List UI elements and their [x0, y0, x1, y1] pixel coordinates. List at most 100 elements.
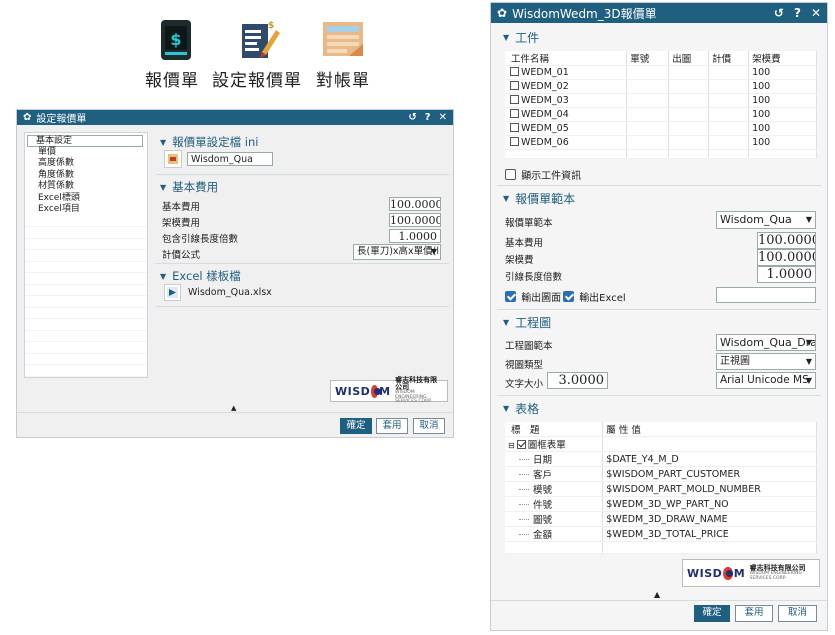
- settings-dialog-titlebar[interactable]: ✿ 設定報價單 ↺ ? ✕: [17, 110, 453, 125]
- statement-icon[interactable]: [321, 18, 365, 62]
- workpiece-row[interactable]: WEDM_03 100: [505, 93, 817, 108]
- workpiece-row[interactable]: WEDM_01 100: [505, 65, 817, 80]
- attribute-title-cell[interactable]: 圖號: [505, 511, 604, 527]
- workpiece-drawing-cell[interactable]: [668, 121, 710, 136]
- ok-button[interactable]: 確定: [694, 605, 730, 622]
- apply-button[interactable]: 套用: [735, 605, 773, 622]
- workpiece-order-cell[interactable]: [626, 93, 670, 108]
- cancel-button[interactable]: 取消: [778, 605, 817, 622]
- workpiece-pricing-cell[interactable]: [708, 93, 750, 108]
- excel-file-icon[interactable]: [164, 284, 181, 301]
- toolbar-label-statement[interactable]: 對帳單: [316, 66, 370, 91]
- col-title-header[interactable]: 標 題: [505, 422, 604, 437]
- attribute-row[interactable]: 模號 $WISDOM_PART_MOLD_NUMBER: [505, 481, 817, 497]
- workpiece-drawing-cell[interactable]: [668, 65, 710, 80]
- workpiece-drawing-cell[interactable]: [668, 107, 710, 122]
- workpiece-pricing-cell[interactable]: [708, 135, 750, 150]
- workpiece-name-cell[interactable]: WEDM_03: [505, 93, 628, 108]
- toolbar-label-quote[interactable]: 報價單: [145, 66, 199, 91]
- workpiece-pricing-cell[interactable]: [708, 121, 750, 136]
- cancel-button[interactable]: 取消: [413, 418, 445, 434]
- attribute-row[interactable]: 日期 $DATE_Y4_M_D: [505, 451, 817, 467]
- workpiece-name-cell[interactable]: WEDM_04: [505, 107, 628, 122]
- section-drawing-header[interactable]: ▼ 工程圖: [503, 314, 551, 331]
- collapse-arrow-icon[interactable]: ▲: [654, 590, 660, 599]
- apply-button[interactable]: 套用: [376, 418, 408, 434]
- attribute-value-cell[interactable]: $WISDOM_PART_CUSTOMER: [602, 466, 817, 482]
- workpiece-fee-cell[interactable]: 100: [748, 107, 817, 122]
- view-type-select[interactable]: 正視圖 ▼: [716, 353, 816, 370]
- workpiece-col-header[interactable]: 計價: [708, 51, 750, 66]
- text-size-input[interactable]: 3.0000: [547, 372, 608, 389]
- collapse-toggle-icon[interactable]: ⊟: [508, 441, 515, 450]
- workpiece-checkbox[interactable]: [510, 123, 519, 132]
- reset-icon[interactable]: ↺: [408, 112, 416, 123]
- workpiece-order-cell[interactable]: [626, 65, 670, 80]
- section-table-header[interactable]: ▼ 表格: [503, 400, 539, 417]
- nav-item[interactable]: Excel項目: [25, 204, 147, 216]
- template-select[interactable]: Wisdom_Qua ▼: [716, 211, 816, 229]
- workpiece-drawing-cell[interactable]: [668, 135, 710, 150]
- mold-fee-input[interactable]: 100.0000: [757, 249, 816, 266]
- basic-fee-input[interactable]: 100.0000: [389, 197, 441, 211]
- ini-file-icon[interactable]: [164, 150, 182, 168]
- workpiece-row[interactable]: WEDM_02 100: [505, 79, 817, 94]
- workpiece-fee-cell[interactable]: 100: [748, 121, 817, 136]
- attribute-row[interactable]: 件號 $WEDM_3D_WP_PART_NO: [505, 496, 817, 512]
- workpiece-fee-cell[interactable]: 100: [748, 65, 817, 80]
- section-basic-header[interactable]: ▼ 基本費用: [160, 179, 218, 195]
- collapse-arrow-icon[interactable]: ▲: [231, 404, 236, 412]
- ok-button[interactable]: 確定: [340, 418, 372, 434]
- nav-item[interactable]: Excel標頭: [25, 193, 147, 205]
- workpiece-row[interactable]: WEDM_06 100: [505, 135, 817, 150]
- col-value-header[interactable]: 屬 性 值: [602, 422, 817, 437]
- attribute-value-cell[interactable]: $DATE_Y4_M_D: [602, 451, 817, 467]
- attribute-row[interactable]: 金額 $WEDM_3D_TOTAL_PRICE: [505, 526, 817, 542]
- output-excel-toggle[interactable]: 輸出Excel: [563, 289, 626, 304]
- excel-file-name[interactable]: Wisdom_Qua.xlsx: [188, 287, 272, 298]
- output-excel-checkbox[interactable]: [563, 291, 574, 302]
- nav-item[interactable]: 角度係數: [25, 170, 147, 182]
- workpiece-order-cell[interactable]: [626, 107, 670, 122]
- basic-fee-input[interactable]: 100.0000: [757, 232, 816, 249]
- section-template-header[interactable]: ▼ 報價單設定檔 ini: [160, 134, 259, 150]
- workpiece-checkbox[interactable]: [510, 109, 519, 118]
- attribute-title-cell[interactable]: 金額: [505, 526, 604, 542]
- section-excel-header[interactable]: ▼ Excel 樣板檔: [160, 268, 241, 284]
- quote-dialog-titlebar[interactable]: ✿ WisdomWedm_3D報價單 ↺ ? ✕: [491, 3, 827, 23]
- edit-quote-settings-icon[interactable]: $: [238, 18, 282, 62]
- workpiece-drawing-cell[interactable]: [668, 93, 710, 108]
- attribute-title-cell[interactable]: 件號: [505, 496, 604, 512]
- nav-item[interactable]: 材質係數: [25, 181, 147, 193]
- workpiece-fee-cell[interactable]: 100: [748, 135, 817, 150]
- lead-multiplier-input[interactable]: 1.0000: [757, 266, 816, 283]
- attribute-row[interactable]: 圖號 $WEDM_3D_DRAW_NAME: [505, 511, 817, 527]
- workpiece-checkbox[interactable]: [510, 67, 519, 76]
- template-file-field[interactable]: Wisdom_Qua: [187, 152, 273, 166]
- section-workpiece-header[interactable]: ▼ 工件: [503, 29, 539, 46]
- workpiece-name-cell[interactable]: WEDM_05: [505, 121, 628, 136]
- attribute-value-cell[interactable]: $WEDM_3D_DRAW_NAME: [602, 511, 817, 527]
- output-view-toggle[interactable]: 輸出圖面: [505, 289, 561, 304]
- workpiece-order-cell[interactable]: [626, 121, 670, 136]
- workpiece-pricing-cell[interactable]: [708, 107, 750, 122]
- attribute-value-cell[interactable]: $WISDOM_PART_MOLD_NUMBER: [602, 481, 817, 497]
- workpiece-row[interactable]: WEDM_04 100: [505, 107, 817, 122]
- close-icon[interactable]: ✕: [439, 112, 447, 123]
- output-view-checkbox[interactable]: [505, 291, 516, 302]
- help-icon[interactable]: ?: [794, 6, 801, 20]
- workpiece-fee-cell[interactable]: 100: [748, 79, 817, 94]
- formula-select[interactable]: 長(單刀)x高x單價(l ▼: [353, 244, 441, 260]
- workpiece-pricing-cell[interactable]: [708, 65, 750, 80]
- nav-item[interactable]: 高度係數: [25, 158, 147, 170]
- attribute-row[interactable]: 客戶 $WISDOM_PART_CUSTOMER: [505, 466, 817, 482]
- lead-multiplier-input[interactable]: 1.0000: [389, 229, 441, 243]
- workpiece-col-header[interactable]: 架模費: [748, 51, 817, 66]
- drawing-template-select[interactable]: Wisdom_Qua_Dra ▼: [716, 334, 816, 351]
- workpiece-pricing-cell[interactable]: [708, 79, 750, 94]
- mold-fee-input[interactable]: 100.0000: [389, 213, 441, 227]
- attribute-value-cell[interactable]: $WEDM_3D_WP_PART_NO: [602, 496, 817, 512]
- workpiece-order-cell[interactable]: [626, 79, 670, 94]
- toolbar-label-quote-settings[interactable]: 設定報價單: [212, 66, 302, 91]
- show-info-toggle[interactable]: 顯示工件資訊: [505, 167, 581, 182]
